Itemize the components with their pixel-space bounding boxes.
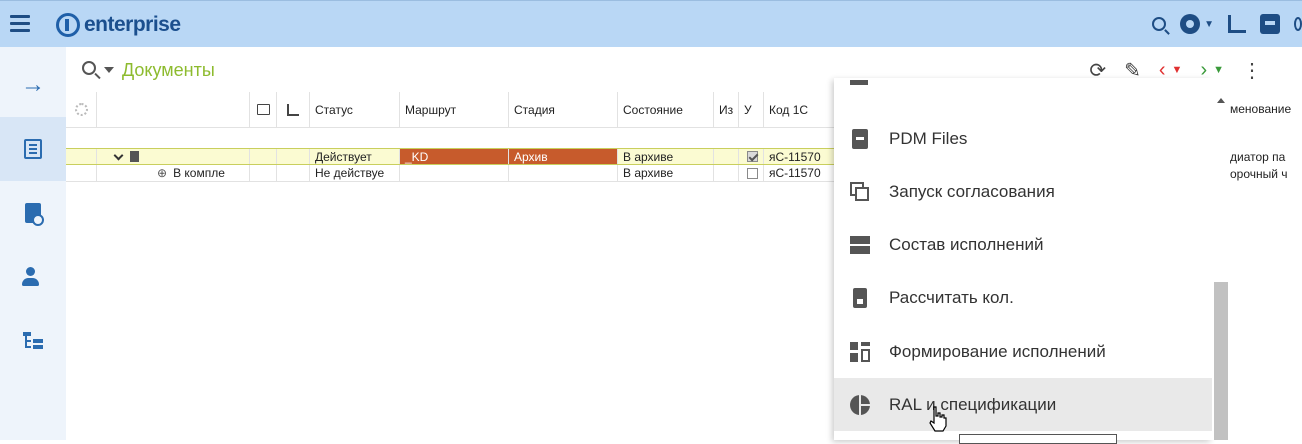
menu-item-calculate[interactable]: Рассчитать кол.: [834, 271, 1212, 324]
pie-icon: [850, 394, 870, 415]
column-from-header[interactable]: Из: [714, 92, 739, 127]
column-name-header-partial[interactable]: менование: [1230, 102, 1291, 116]
row-status-cell: Действует: [310, 149, 400, 164]
settings-icon: [74, 103, 88, 116]
server-icon: [850, 235, 870, 255]
search-icon[interactable]: [82, 61, 96, 75]
document-icon: [25, 203, 44, 226]
row-checkbox[interactable]: [747, 167, 758, 179]
row-code-cell: яС-11570: [769, 149, 821, 164]
menu-item-pdm-files[interactable]: PDM Files: [834, 112, 1212, 165]
row-edit-cell: [277, 165, 310, 181]
app-logo[interactable]: enterprise: [56, 11, 181, 39]
sidebar-item-users[interactable]: [0, 245, 66, 309]
edit-icon: [1228, 15, 1246, 33]
name-column-partial: менование диатор па орочный ч: [1230, 92, 1302, 440]
column-edit-header[interactable]: [277, 92, 310, 127]
top-edit-button[interactable]: [1228, 15, 1246, 33]
row-checkbox[interactable]: [747, 151, 758, 162]
row-gutter: [66, 165, 97, 181]
row-state-cell: В архиве: [618, 165, 714, 181]
layout-icon: [850, 341, 870, 362]
page-title[interactable]: Документы: [122, 60, 215, 81]
row-comment-cell: [250, 165, 277, 181]
column-stage-header[interactable]: Стадия: [509, 92, 618, 127]
hand-cursor-icon: [929, 406, 947, 432]
top-settings-button[interactable]: ▼: [1180, 14, 1214, 34]
chevron-down-icon: ▼: [1204, 18, 1214, 30]
top-overflow-icon[interactable]: [1294, 17, 1302, 31]
chevron-down-icon[interactable]: [113, 150, 124, 160]
row-status-cell: Не действуе: [310, 165, 400, 181]
menu-item-partial[interactable]: [834, 78, 1212, 107]
gear-icon: [1180, 14, 1201, 34]
row-code-cell: яС-11570: [769, 166, 821, 180]
row-stage-cell: Архив: [509, 149, 618, 164]
row-route-cell: _KD: [400, 149, 509, 164]
file-export-icon: [850, 128, 870, 149]
user-icon: [22, 267, 44, 287]
arrow-right-icon: →: [21, 71, 45, 98]
sidebar-item-documents[interactable]: [0, 117, 66, 181]
row-name-partial: орочный ч: [1230, 167, 1288, 181]
column-comments-header[interactable]: [250, 92, 277, 127]
box-icon: [1260, 14, 1280, 34]
column-state-header[interactable]: Состояние: [618, 92, 714, 127]
row-name-partial: диатор па: [1230, 150, 1286, 164]
row-edit-cell: [277, 149, 310, 164]
approval-icon: [850, 181, 870, 202]
row-gutter: [66, 149, 97, 164]
next-dropdown-icon[interactable]: ▼: [1213, 64, 1224, 76]
menu-item-variants[interactable]: Состав исполнений: [834, 218, 1212, 271]
chevron-down-icon[interactable]: [104, 67, 114, 73]
row-comment-cell: [250, 149, 277, 164]
row-name-cell[interactable]: ⊕ В компле: [97, 165, 250, 181]
menu-item-start-approval[interactable]: Запуск согласования: [834, 165, 1212, 218]
scroll-up-icon[interactable]: [1217, 98, 1225, 103]
column-u-header[interactable]: У: [739, 92, 764, 127]
comment-icon: [256, 104, 270, 115]
tooltip: [959, 434, 1117, 444]
menu-item-form-variants[interactable]: Формирование исполнений: [834, 325, 1212, 378]
column-code-header[interactable]: Код 1С: [764, 92, 834, 127]
logo-text: enterprise: [84, 13, 181, 36]
pen-icon: [287, 103, 299, 116]
row-u-cell: [739, 149, 764, 164]
row-from-cell: [714, 149, 739, 164]
top-bar: enterprise ▼: [0, 0, 1302, 47]
column-settings-cell[interactable]: [66, 92, 97, 127]
hamburger-menu-icon[interactable]: [10, 15, 30, 32]
column-route-header[interactable]: Маршрут: [400, 92, 509, 127]
row-name-cell[interactable]: [97, 149, 250, 164]
calc-doc-icon: [850, 287, 870, 308]
search-icon: [1152, 17, 1167, 31]
menu-scrollbar-thumb[interactable]: [1214, 282, 1228, 440]
tree-icon: [23, 332, 43, 350]
row-state-cell: В архиве: [618, 149, 714, 164]
prev-dropdown-icon[interactable]: ▼: [1172, 64, 1183, 76]
column-status-header[interactable]: Статус: [310, 92, 400, 127]
row-stage-cell: [509, 165, 618, 181]
logo-icon: [56, 13, 80, 37]
column-name-header[interactable]: [97, 92, 250, 127]
partial-icon: [850, 80, 870, 86]
more-icon[interactable]: ⋮: [1242, 58, 1262, 83]
row-route-cell: [400, 165, 509, 181]
top-actions: ▼: [1138, 11, 1302, 37]
context-menu: PDM Files Запуск согласования Состав исп…: [834, 78, 1212, 440]
menu-item-ral-specs[interactable]: RAL и спецификации: [834, 378, 1212, 431]
file-icon: [130, 151, 139, 162]
sidebar: →: [0, 47, 66, 440]
sidebar-item-structure[interactable]: [0, 309, 66, 373]
row-from-cell: [714, 165, 739, 181]
row-u-cell: [739, 165, 764, 181]
sidebar-item-expand[interactable]: →: [0, 53, 66, 117]
book-icon: [24, 139, 42, 159]
enterprise-item-icon: ⊕: [157, 166, 168, 180]
sidebar-item-files[interactable]: [0, 181, 66, 245]
top-box-button[interactable]: [1260, 14, 1280, 34]
top-search-button[interactable]: [1152, 17, 1167, 31]
